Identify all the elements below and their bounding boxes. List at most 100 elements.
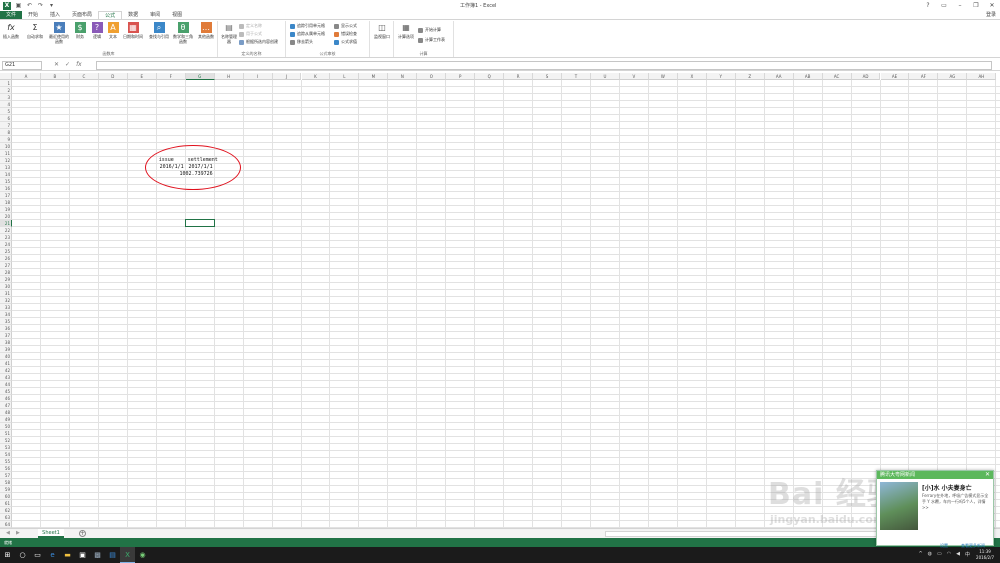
define-name-button[interactable]: 定义名称 bbox=[239, 23, 262, 29]
column-header-ab[interactable]: AB bbox=[793, 73, 823, 80]
row-header-28[interactable]: 28 bbox=[0, 269, 12, 276]
tab-file[interactable]: 文件 bbox=[0, 11, 23, 19]
row-header-48[interactable]: 48 bbox=[0, 409, 12, 416]
row-header-47[interactable]: 47 bbox=[0, 402, 12, 409]
row-header-20[interactable]: 20 bbox=[0, 213, 12, 220]
row-header-58[interactable]: 58 bbox=[0, 479, 12, 486]
tab-insert[interactable]: 插入 bbox=[44, 11, 66, 19]
row-header-18[interactable]: 18 bbox=[0, 199, 12, 206]
row-header-38[interactable]: 38 bbox=[0, 339, 12, 346]
column-header-t[interactable]: T bbox=[562, 73, 591, 80]
calculate-sheet-button[interactable]: 计算工作表 bbox=[418, 37, 445, 43]
column-header-z[interactable]: Z bbox=[735, 73, 765, 80]
row-header-27[interactable]: 27 bbox=[0, 262, 12, 269]
row-header-11[interactable]: 11 bbox=[0, 150, 12, 157]
help-icon[interactable]: ? bbox=[920, 0, 936, 11]
row-header-17[interactable]: 17 bbox=[0, 192, 12, 199]
row-header-14[interactable]: 14 bbox=[0, 171, 12, 178]
row-header-51[interactable]: 51 bbox=[0, 430, 12, 437]
row-header-6[interactable]: 6 bbox=[0, 115, 12, 122]
active-cell-outline[interactable] bbox=[184, 219, 215, 227]
popup-body[interactable]: Ferrary在外地，呼吸广告模式显示全手 Y 水覆，车内一行吗5个人，详情>> bbox=[922, 493, 992, 511]
column-header-c[interactable]: C bbox=[69, 73, 99, 80]
insert-function-icon[interactable]: fx bbox=[76, 61, 82, 68]
column-header-v[interactable]: V bbox=[619, 73, 649, 80]
tray-chevron-icon[interactable]: ^ bbox=[918, 551, 922, 558]
save-icon[interactable]: ▣ bbox=[15, 2, 22, 9]
trace-dependents-button[interactable]: 追踪从属单元格 bbox=[290, 31, 325, 37]
row-header-16[interactable]: 16 bbox=[0, 185, 12, 192]
column-header-s[interactable]: S bbox=[533, 73, 563, 80]
column-header-y[interactable]: Y bbox=[706, 73, 736, 80]
row-header-39[interactable]: 39 bbox=[0, 346, 12, 353]
row-header-29[interactable]: 29 bbox=[0, 276, 12, 283]
row-header-36[interactable]: 36 bbox=[0, 325, 12, 332]
row-header-15[interactable]: 15 bbox=[0, 178, 12, 185]
name-box[interactable]: G21 bbox=[2, 61, 42, 70]
enter-icon[interactable]: ✓ bbox=[65, 61, 70, 68]
column-header-n[interactable]: N bbox=[388, 73, 418, 80]
column-header-q[interactable]: Q bbox=[475, 73, 505, 80]
undo-icon[interactable]: ↶ bbox=[26, 2, 33, 9]
column-header-o[interactable]: O bbox=[417, 73, 447, 80]
row-header-37[interactable]: 37 bbox=[0, 332, 12, 339]
column-header-e[interactable]: E bbox=[127, 73, 157, 80]
financial-button[interactable]: $ 财务 bbox=[73, 22, 87, 39]
tab-formulas[interactable]: 公式 bbox=[98, 11, 123, 19]
text-button[interactable]: A 文本 bbox=[106, 22, 120, 39]
tab-view[interactable]: 视图 bbox=[166, 11, 188, 19]
row-header-52[interactable]: 52 bbox=[0, 437, 12, 444]
row-header-59[interactable]: 59 bbox=[0, 486, 12, 493]
tab-page-layout[interactable]: 页面布局 bbox=[66, 11, 98, 19]
row-header-2[interactable]: 2 bbox=[0, 87, 12, 94]
store-icon[interactable]: ▣ bbox=[75, 547, 90, 563]
tab-review[interactable]: 审阅 bbox=[144, 11, 166, 19]
more-functions-button[interactable]: … 其他函数 bbox=[196, 22, 216, 39]
show-formulas-button[interactable]: 显示公式 bbox=[334, 23, 357, 29]
tab-home[interactable]: 开始 bbox=[22, 11, 44, 19]
evaluate-formula-button[interactable]: 公式求值 bbox=[334, 39, 357, 45]
row-header-35[interactable]: 35 bbox=[0, 318, 12, 325]
column-header-p[interactable]: P bbox=[446, 73, 476, 80]
row-header-25[interactable]: 25 bbox=[0, 248, 12, 255]
column-header-w[interactable]: W bbox=[648, 73, 678, 80]
row-header-12[interactable]: 12 bbox=[0, 157, 12, 164]
wifi-icon[interactable]: ◠ bbox=[947, 551, 951, 558]
volume-icon[interactable]: ◀ bbox=[956, 551, 960, 558]
column-header-j[interactable]: J bbox=[272, 73, 302, 80]
row-header-63[interactable]: 63 bbox=[0, 514, 12, 521]
row-header-49[interactable]: 49 bbox=[0, 416, 12, 423]
column-header-d[interactable]: D bbox=[98, 73, 128, 80]
row-header-34[interactable]: 34 bbox=[0, 311, 12, 318]
tab-data[interactable]: 数据 bbox=[122, 11, 144, 19]
row-header-42[interactable]: 42 bbox=[0, 367, 12, 374]
ime-icon[interactable]: 中 bbox=[965, 551, 970, 558]
column-header-l[interactable]: L bbox=[330, 73, 360, 80]
trace-precedents-button[interactable]: 追踪引用单元格 bbox=[290, 23, 325, 29]
redo-icon[interactable]: ↷ bbox=[37, 2, 44, 9]
row-header-64[interactable]: 64 bbox=[0, 521, 12, 528]
row-header-57[interactable]: 57 bbox=[0, 472, 12, 479]
row-header-33[interactable]: 33 bbox=[0, 304, 12, 311]
app-icon[interactable]: ▩ bbox=[90, 547, 105, 563]
row-header-60[interactable]: 60 bbox=[0, 493, 12, 500]
column-header-m[interactable]: M bbox=[359, 73, 389, 80]
row-header-56[interactable]: 56 bbox=[0, 465, 12, 472]
column-header-x[interactable]: X bbox=[677, 73, 707, 80]
row-header-46[interactable]: 46 bbox=[0, 395, 12, 402]
row-header-9[interactable]: 9 bbox=[0, 136, 12, 143]
date-time-button[interactable]: ▦ 日期和时间 bbox=[121, 22, 145, 39]
row-header-61[interactable]: 61 bbox=[0, 500, 12, 507]
formula-input[interactable] bbox=[96, 61, 992, 70]
row-header-23[interactable]: 23 bbox=[0, 234, 12, 241]
wechat-icon[interactable]: ◉ bbox=[135, 547, 150, 563]
column-header-i[interactable]: I bbox=[243, 73, 273, 80]
row-header-7[interactable]: 7 bbox=[0, 122, 12, 129]
network-icon[interactable]: ◍ bbox=[928, 551, 932, 558]
excel-taskbar-icon[interactable]: X bbox=[120, 547, 135, 563]
calculate-now-button[interactable]: 开始计算 bbox=[418, 27, 441, 33]
column-header-f[interactable]: F bbox=[156, 73, 186, 80]
remove-arrows-button[interactable]: 移去箭头 bbox=[290, 39, 313, 45]
column-header-af[interactable]: AF bbox=[909, 73, 939, 80]
select-all-corner[interactable] bbox=[0, 73, 12, 80]
